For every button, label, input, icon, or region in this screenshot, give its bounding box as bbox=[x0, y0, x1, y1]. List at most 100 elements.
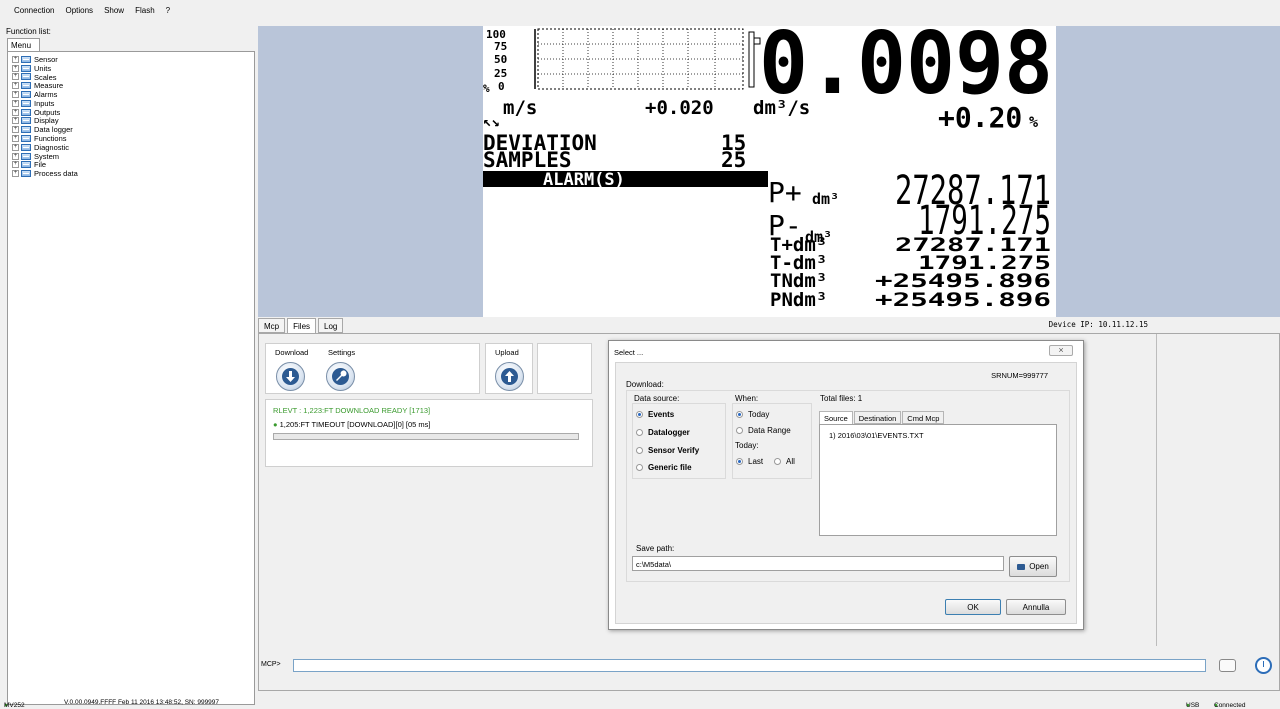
tab-cmd-mcp[interactable]: Cmd Mcp bbox=[902, 411, 945, 424]
clock-icon[interactable] bbox=[1255, 657, 1272, 674]
tree-item[interactable]: + Process data bbox=[12, 169, 78, 178]
expand-icon[interactable]: + bbox=[12, 108, 19, 116]
alarm-banner-text: ALARM(S) bbox=[543, 170, 625, 190]
radio-today[interactable]: Today bbox=[736, 410, 769, 419]
tree-item[interactable]: + Units bbox=[12, 64, 78, 73]
expand-icon[interactable]: + bbox=[12, 55, 19, 63]
expand-icon[interactable]: + bbox=[12, 126, 19, 134]
expand-icon[interactable]: + bbox=[12, 64, 19, 72]
tab-menu[interactable]: Menu bbox=[7, 38, 40, 52]
alarm-banner bbox=[483, 171, 768, 187]
tree-item[interactable]: + Data logger bbox=[12, 125, 78, 134]
ok-button[interactable]: OK bbox=[945, 599, 1001, 615]
log-line-ready: RLEVT : 1,223:FT DOWNLOAD READY [1713] bbox=[273, 406, 431, 415]
menu-options[interactable]: Options bbox=[65, 6, 93, 15]
download-section-label: Download: bbox=[626, 380, 664, 389]
today-label: Today: bbox=[735, 441, 759, 450]
keyboard-icon[interactable] bbox=[1219, 659, 1236, 672]
status-dot-icon: ● bbox=[273, 420, 280, 429]
upload-group: Upload bbox=[485, 343, 533, 394]
tree-item[interactable]: + System bbox=[12, 152, 78, 161]
file-list[interactable]: 1) 2016\03\01\EVENTS.TXT bbox=[819, 424, 1057, 536]
open-button[interactable]: Open bbox=[1009, 556, 1057, 577]
tab-source[interactable]: Source bbox=[819, 411, 853, 424]
cancel-button[interactable]: Annulla bbox=[1006, 599, 1066, 615]
panel-divider bbox=[1156, 334, 1158, 646]
bar-tick-50: 50 bbox=[494, 53, 507, 66]
radio-generic-file[interactable]: Generic file bbox=[636, 463, 692, 472]
tree-item-label: Display bbox=[34, 116, 59, 126]
tree-item-label: Inputs bbox=[34, 98, 55, 108]
dialog-body: SRNUM=999777 Download: Data source: Even… bbox=[615, 362, 1077, 624]
tab-files[interactable]: Files bbox=[287, 318, 317, 333]
tree-item[interactable]: + Sensor bbox=[12, 55, 78, 64]
function-list-label: Function list: bbox=[6, 27, 51, 36]
tree-item-label: Measure bbox=[34, 81, 64, 91]
flow-unit: dm³/s bbox=[753, 97, 810, 119]
download-button[interactable] bbox=[276, 362, 305, 391]
tree-item-label: Diagnostic bbox=[34, 142, 70, 152]
expand-icon[interactable]: + bbox=[12, 152, 19, 160]
expand-icon[interactable]: + bbox=[12, 82, 19, 90]
radio-datalogger[interactable]: Datalogger bbox=[636, 428, 690, 437]
tree-item[interactable]: + Inputs bbox=[12, 99, 78, 108]
radio-data-range[interactable]: Data Range bbox=[736, 426, 791, 435]
when-label: When: bbox=[735, 394, 759, 403]
radio-last[interactable]: Last bbox=[736, 457, 763, 466]
tab-log[interactable]: Log bbox=[318, 318, 344, 333]
tree-item[interactable]: + Display bbox=[12, 116, 78, 126]
tree-item[interactable]: + Alarms bbox=[12, 90, 78, 99]
total-files: Total files: 1 bbox=[820, 394, 863, 403]
log-line-timeout-text: 1,205:FT TIMEOUT [DOWNLOAD][0] [05 ms] bbox=[279, 420, 431, 429]
radio-events[interactable]: Events bbox=[636, 410, 674, 419]
percent-sign: % bbox=[1029, 113, 1038, 131]
radio-last-label: Last bbox=[748, 457, 764, 466]
mcp-input[interactable] bbox=[293, 659, 1206, 672]
menu-help[interactable]: ? bbox=[166, 6, 170, 15]
file-tabs: Source Destination Cmd Mcp bbox=[819, 411, 945, 424]
table-icon bbox=[21, 108, 31, 116]
radio-generic-file-label: Generic file bbox=[648, 463, 692, 472]
radio-all[interactable]: All bbox=[774, 457, 795, 466]
tree-item[interactable]: + Diagnostic bbox=[12, 143, 78, 152]
close-button[interactable]: ⨯ bbox=[1049, 345, 1073, 356]
expand-icon[interactable]: + bbox=[12, 161, 19, 169]
folder-icon bbox=[1017, 563, 1026, 570]
tab-destination[interactable]: Destination bbox=[853, 411, 902, 424]
upload-button[interactable] bbox=[495, 362, 524, 391]
settings-button[interactable] bbox=[326, 362, 355, 391]
total-p-plus-unit: dm³ bbox=[812, 190, 839, 208]
expand-icon[interactable]: + bbox=[12, 117, 19, 125]
download-label: Download bbox=[275, 348, 309, 357]
tree-item[interactable]: + Scales bbox=[12, 73, 78, 82]
tree-item[interactable]: + Functions bbox=[12, 134, 78, 143]
menu-flash[interactable]: Flash bbox=[135, 6, 155, 15]
tree-item[interactable]: + Measure bbox=[12, 81, 78, 90]
table-icon bbox=[21, 152, 31, 160]
tree-item-label: System bbox=[34, 151, 60, 161]
arrows-icon: ↖↘ bbox=[483, 114, 500, 130]
expand-icon[interactable]: + bbox=[12, 143, 19, 151]
save-path-input[interactable]: c:\M5data\ bbox=[632, 556, 1004, 571]
firmware-info: V.0.00.0949.FFFF Feb 11 2016 13:48:52, S… bbox=[64, 699, 220, 706]
menu-connection[interactable]: Connection bbox=[14, 6, 54, 15]
dialog-title: Select ... bbox=[614, 348, 644, 357]
total-p-plus-label: P+ bbox=[768, 176, 802, 209]
expand-icon[interactable]: + bbox=[12, 99, 19, 107]
data-source-label: Data source: bbox=[634, 394, 680, 403]
tree-item[interactable]: + File bbox=[12, 160, 78, 169]
expand-icon[interactable]: + bbox=[12, 73, 19, 81]
expand-icon[interactable]: + bbox=[12, 91, 19, 99]
file-item[interactable]: 1) 2016\03\01\EVENTS.TXT bbox=[829, 431, 924, 440]
menu-show[interactable]: Show bbox=[104, 6, 124, 15]
menu-bar: Connection Options Show Flash ? bbox=[0, 0, 1280, 20]
download-arrow-icon bbox=[282, 368, 299, 385]
tab-mcp[interactable]: Mcp bbox=[258, 318, 286, 333]
tree-item[interactable]: + Outputs bbox=[12, 108, 78, 117]
open-button-label: Open bbox=[1029, 562, 1049, 571]
upload-arrow-icon bbox=[501, 368, 518, 385]
expand-icon[interactable]: + bbox=[12, 135, 19, 143]
expand-icon[interactable]: + bbox=[12, 170, 19, 178]
save-path-label: Save path: bbox=[636, 544, 675, 553]
radio-sensor-verify[interactable]: Sensor Verify bbox=[636, 446, 699, 455]
